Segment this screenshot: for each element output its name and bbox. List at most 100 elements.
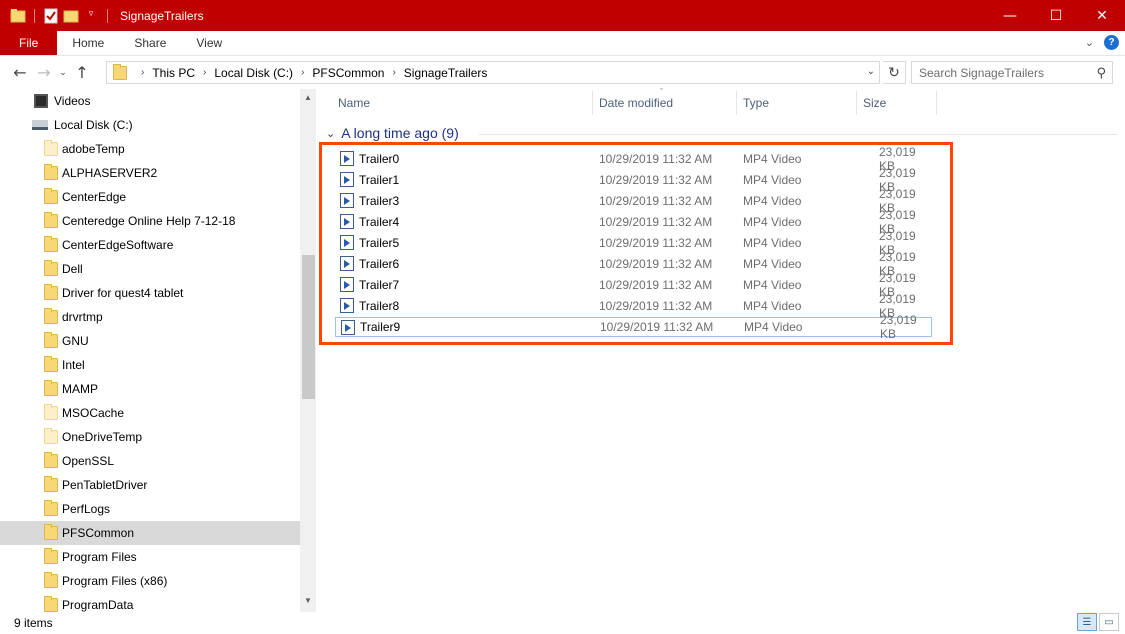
nav-item-msocache[interactable]: MSOCache bbox=[0, 401, 300, 425]
folder-icon bbox=[44, 548, 58, 564]
column-header-name[interactable]: Name bbox=[338, 89, 370, 117]
chevron-right-icon[interactable]: › bbox=[141, 67, 144, 78]
nav-item-dell[interactable]: Dell bbox=[0, 257, 300, 281]
group-header[interactable]: ⌄ A long time ago (9) bbox=[326, 125, 459, 141]
breadcrumb-this-pc[interactable]: This PC bbox=[152, 66, 195, 80]
nav-item-centeredge[interactable]: CenterEdge bbox=[0, 185, 300, 209]
sort-caret-icon: ˇ bbox=[660, 87, 663, 97]
address-dropdown-icon[interactable]: ⌄ bbox=[867, 66, 875, 77]
chevron-right-icon[interactable]: › bbox=[203, 67, 206, 78]
large-icons-view-icon[interactable]: ▭ bbox=[1099, 613, 1119, 631]
folder-icon bbox=[44, 596, 58, 612]
scroll-down-icon[interactable]: ▼ bbox=[300, 596, 316, 605]
properties-icon[interactable] bbox=[43, 8, 59, 24]
chevron-right-icon[interactable]: › bbox=[301, 67, 304, 78]
nav-item-centeredge-online-help[interactable]: Centeredge Online Help 7-12-18 bbox=[0, 209, 300, 233]
nav-item-driver-quest4[interactable]: Driver for quest4 tablet bbox=[0, 281, 300, 305]
folder-icon bbox=[44, 404, 58, 420]
navigation-pane: Videos Local Disk (C:) adobeTemp ALPHASE… bbox=[0, 89, 316, 612]
help-icon[interactable]: ? bbox=[1104, 35, 1119, 50]
details-view-icon[interactable]: ☰ bbox=[1077, 613, 1097, 631]
folder-icon bbox=[44, 188, 58, 204]
maximize-button[interactable]: ☐ bbox=[1033, 0, 1079, 31]
back-arrow-icon[interactable]: ← bbox=[8, 63, 32, 82]
folder-icon bbox=[44, 284, 58, 300]
file-list: Name Date modified ˇ Type Size ⌄ A long … bbox=[316, 87, 1125, 612]
close-button[interactable]: ✕ bbox=[1079, 0, 1125, 31]
tab-file[interactable]: File bbox=[0, 31, 58, 55]
title-bar: ▿ SignageTrailers — ☐ ✕ bbox=[0, 0, 1125, 31]
folder-icon bbox=[44, 428, 58, 444]
expand-ribbon-icon[interactable]: ⌄ bbox=[1085, 36, 1094, 49]
minimize-button[interactable]: — bbox=[987, 0, 1033, 31]
nav-item-mamp[interactable]: MAMP bbox=[0, 377, 300, 401]
folder-icon bbox=[44, 236, 58, 252]
group-label: A long time ago (9) bbox=[341, 125, 459, 141]
chevron-right-icon[interactable]: › bbox=[392, 67, 395, 78]
forward-arrow-icon[interactable]: → bbox=[32, 63, 56, 82]
nav-item-perflogs[interactable]: PerfLogs bbox=[0, 497, 300, 521]
folder-icon bbox=[113, 63, 127, 80]
recent-locations-icon[interactable]: ⌄ bbox=[56, 68, 70, 78]
chevron-down-icon[interactable]: ⌄ bbox=[326, 127, 335, 140]
scroll-thumb[interactable] bbox=[302, 255, 315, 399]
tab-view[interactable]: View bbox=[181, 31, 237, 55]
folder-app-icon bbox=[10, 8, 26, 24]
search-icon: ⚲ bbox=[1096, 65, 1106, 80]
folder-icon bbox=[44, 260, 58, 276]
item-count: 9 items bbox=[14, 616, 53, 630]
address-row: ← → ⌄ ↑ › This PC › Local Disk (C:) › PFSCo… bbox=[0, 56, 1125, 89]
nav-item-intel[interactable]: Intel bbox=[0, 353, 300, 377]
breadcrumb-pfscommon[interactable]: PFSCommon bbox=[312, 66, 384, 80]
nav-item-videos[interactable]: Videos bbox=[0, 89, 300, 113]
folder-icon bbox=[44, 380, 58, 396]
new-folder-icon[interactable] bbox=[63, 8, 79, 24]
nav-item-adobetemp[interactable]: adobeTemp bbox=[0, 137, 300, 161]
scroll-up-icon[interactable]: ▲ bbox=[300, 93, 316, 102]
up-arrow-icon[interactable]: ↑ bbox=[70, 63, 94, 82]
nav-item-centeredgesoftware[interactable]: CenterEdgeSoftware bbox=[0, 233, 300, 257]
folder-icon bbox=[44, 452, 58, 468]
nav-item-program-files-x86[interactable]: Program Files (x86) bbox=[0, 569, 300, 593]
video-library-icon bbox=[34, 94, 48, 108]
drive-icon bbox=[32, 120, 48, 130]
folder-icon bbox=[44, 332, 58, 348]
window-title: SignageTrailers bbox=[120, 8, 204, 23]
folder-icon bbox=[44, 356, 58, 372]
breadcrumb-local-disk[interactable]: Local Disk (C:) bbox=[214, 66, 293, 80]
refresh-icon[interactable]: ↻ bbox=[883, 61, 906, 84]
breadcrumb-signagetrailers[interactable]: SignageTrailers bbox=[404, 66, 488, 80]
address-bar[interactable]: › This PC › Local Disk (C:) › PFSCommon › Si… bbox=[106, 61, 880, 84]
folder-icon bbox=[44, 140, 58, 156]
search-input[interactable]: Search SignageTrailers ⚲ bbox=[911, 61, 1113, 84]
group-divider bbox=[479, 134, 1117, 135]
customize-qat-dropdown-icon[interactable]: ▿ bbox=[83, 8, 99, 24]
nav-item-alphaserver2[interactable]: ALPHASERVER2 bbox=[0, 161, 300, 185]
folder-icon bbox=[44, 212, 58, 228]
nav-item-gnu[interactable]: GNU bbox=[0, 329, 300, 353]
tab-share[interactable]: Share bbox=[119, 31, 181, 55]
nav-item-openssl[interactable]: OpenSSL bbox=[0, 449, 300, 473]
folder-icon bbox=[44, 476, 58, 492]
search-placeholder: Search SignageTrailers bbox=[919, 65, 1044, 80]
column-header-type[interactable]: Type bbox=[743, 89, 769, 117]
column-header-size[interactable]: Size bbox=[863, 89, 886, 117]
nav-item-programdata[interactable]: ProgramData bbox=[0, 593, 300, 612]
nav-item-local-disk[interactable]: Local Disk (C:) bbox=[0, 113, 300, 137]
nav-item-onedrivetemp[interactable]: OneDriveTemp bbox=[0, 425, 300, 449]
quick-access-toolbar: ▿ bbox=[0, 8, 112, 24]
status-bar: 9 items ☰ ▭ bbox=[0, 612, 1125, 634]
nav-item-pentabletdriver[interactable]: PenTabletDriver bbox=[0, 473, 300, 497]
folder-icon bbox=[44, 572, 58, 588]
ribbon-tabs: File Home Share View ⌄ ? bbox=[0, 31, 1125, 56]
nav-item-program-files[interactable]: Program Files bbox=[0, 545, 300, 569]
folder-icon bbox=[44, 308, 58, 324]
annotation-highlight-box bbox=[319, 142, 953, 345]
folder-icon bbox=[44, 524, 58, 540]
folder-icon bbox=[44, 500, 58, 516]
nav-scrollbar[interactable]: ▲ ▼ bbox=[300, 89, 316, 612]
nav-item-pfscommon[interactable]: PFSCommon bbox=[0, 521, 300, 545]
nav-item-drvrtmp[interactable]: drvrtmp bbox=[0, 305, 300, 329]
tab-home[interactable]: Home bbox=[57, 31, 119, 55]
folder-icon bbox=[44, 164, 58, 180]
